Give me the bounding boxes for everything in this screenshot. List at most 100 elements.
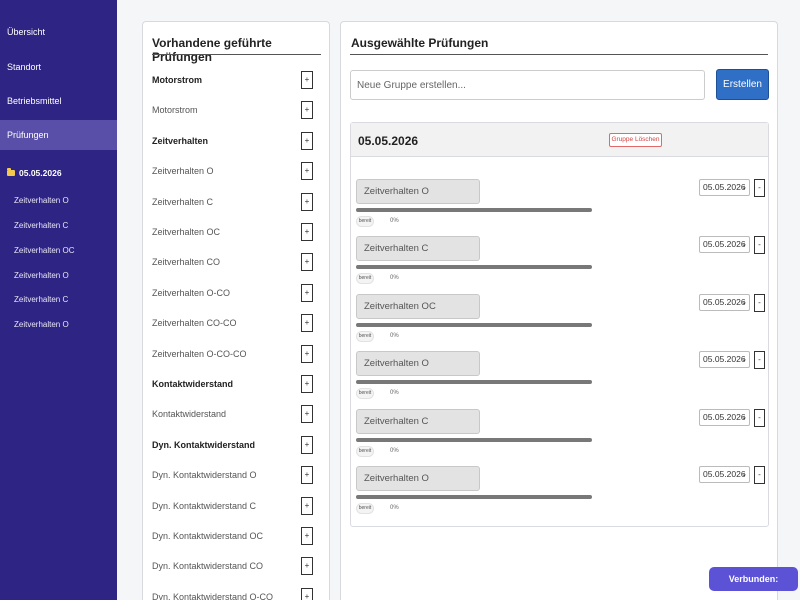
sidebar-item-standort[interactable]: Standort: [0, 52, 117, 82]
date-select[interactable]: 05.05.2026 ⌄: [699, 293, 750, 311]
add-exam-button[interactable]: +: [301, 557, 313, 576]
status-badge: bereit: [356, 216, 374, 227]
sidebar-subitem[interactable]: Zeitverhalten O: [14, 271, 69, 280]
exam-label: Zeitverhalten O-CO: [152, 287, 231, 298]
folder-icon: [7, 168, 15, 176]
remove-exam-button[interactable]: -: [754, 236, 765, 255]
new-group-input[interactable]: [350, 70, 705, 100]
exam-group-header: 05.05.2026 Gruppe Löschen: [351, 123, 768, 157]
sidebar-subitem[interactable]: Zeitverhalten O: [14, 196, 69, 205]
exam-label: Zeitverhalten: [152, 135, 209, 146]
exam-row: Zeitverhalten O-CO-CO +: [152, 344, 322, 365]
add-exam-button[interactable]: +: [301, 375, 313, 393]
add-exam-button[interactable]: +: [301, 223, 313, 241]
date-select-value: 05.05.2026: [703, 411, 746, 422]
progress-percent: 0%: [390, 505, 399, 511]
chevron-down-icon: ⌄: [741, 298, 747, 306]
add-exam-button[interactable]: +: [301, 405, 313, 424]
date-select[interactable]: 05.05.2026 ⌄: [699, 351, 750, 369]
connection-status-badge[interactable]: Verbunden: Simulator: [709, 567, 798, 600]
exam-label: Zeitverhalten OC: [152, 227, 221, 237]
date-select[interactable]: 05.05.2026 ⌄: [699, 466, 750, 483]
exam-slot-name: Zeitverhalten O: [356, 351, 480, 377]
exam-group-date: 05.05.2026: [358, 134, 419, 148]
exam-row: Zeitverhalten O-CO +: [152, 283, 322, 304]
add-exam-button[interactable]: +: [301, 162, 313, 181]
add-exam-button[interactable]: +: [301, 496, 313, 515]
progress-percent: 0%: [390, 332, 399, 339]
exam-row: Dyn. Kontaktwiderstand O-CO +: [152, 587, 322, 600]
exam-label: Zeitverhalten CO-CO: [152, 318, 237, 329]
sidebar: Übersicht Standort Betriebsmittel Prüfun…: [0, 0, 117, 600]
add-exam-button[interactable]: +: [301, 344, 313, 363]
sidebar-item-uebersicht[interactable]: Übersicht: [0, 17, 117, 47]
sidebar-subitem[interactable]: Zeitverhalten OC: [14, 246, 74, 255]
date-select[interactable]: 05.05.2026 ⌄: [699, 408, 750, 426]
exam-label: Dyn. Kontaktwiderstand O: [152, 470, 257, 481]
add-exam-button[interactable]: +: [301, 466, 313, 485]
exam-slot: Zeitverhalten O bereit 0% 05.05.2026 ⌄ -: [356, 466, 766, 521]
exam-row: Zeitverhalten CO-CO +: [152, 314, 322, 334]
progress-bar: [356, 437, 592, 442]
sidebar-group-item[interactable]: 05.05.2026: [7, 168, 62, 178]
exam-row: Zeitverhalten CO +: [152, 253, 322, 273]
exam-label: Kontaktwiderstand: [152, 379, 234, 389]
date-select[interactable]: 05.05.2026 ⌄: [699, 179, 750, 196]
exam-slot-name: Zeitverhalten O: [356, 466, 480, 491]
remove-exam-button[interactable]: -: [754, 293, 765, 312]
add-exam-button[interactable]: +: [301, 587, 313, 600]
exam-label: Zeitverhalten C: [152, 196, 214, 207]
available-exams-title: Vorhandene geführte Prüfungen: [152, 36, 272, 64]
add-exam-button[interactable]: +: [301, 101, 313, 120]
chevron-down-icon: ⌄: [741, 356, 747, 364]
exam-label: Motorstrom: [152, 105, 198, 116]
add-exam-button[interactable]: +: [301, 527, 313, 545]
sidebar-subitem[interactable]: Zeitverhalten C: [14, 295, 68, 304]
date-select[interactable]: 05.05.2026 ⌄: [699, 236, 750, 254]
chevron-down-icon: ⌄: [741, 184, 747, 191]
exam-label: Dyn. Kontaktwiderstand OC: [152, 531, 264, 541]
delete-group-button[interactable]: Gruppe Löschen: [609, 133, 662, 147]
add-exam-button[interactable]: +: [301, 435, 313, 454]
add-exam-button[interactable]: +: [301, 253, 313, 272]
exam-label: Zeitverhalten O: [152, 166, 214, 177]
date-select-value: 05.05.2026: [703, 182, 746, 192]
exam-slot: Zeitverhalten O bereit 0% 05.05.2026 ⌄ -: [356, 351, 766, 406]
add-exam-button[interactable]: +: [301, 283, 313, 302]
progress-percent: 0%: [390, 447, 399, 454]
exam-row: Dyn. Kontaktwiderstand CO +: [152, 557, 322, 577]
progress-bar: [356, 380, 592, 385]
progress-bar: [356, 265, 592, 270]
exam-row: Zeitverhalten OC +: [152, 223, 322, 243]
remove-exam-button[interactable]: -: [754, 466, 765, 484]
exam-slot-name: Zeitverhalten C: [356, 236, 480, 262]
exam-row: Dyn. Kontaktwiderstand O +: [152, 466, 322, 486]
sidebar-subitem[interactable]: Zeitverhalten C: [14, 221, 68, 230]
remove-exam-button[interactable]: -: [754, 408, 765, 427]
add-exam-button[interactable]: +: [301, 192, 313, 211]
exam-row: Zeitverhalten O +: [152, 162, 322, 182]
sidebar-item-pruefungen[interactable]: Prüfungen: [0, 120, 117, 150]
add-exam-button[interactable]: +: [301, 314, 313, 333]
date-select-value: 05.05.2026: [703, 354, 746, 365]
title-divider: [350, 54, 768, 55]
add-exam-button[interactable]: +: [301, 131, 313, 150]
sidebar-subitem[interactable]: Zeitverhalten O: [14, 320, 69, 329]
exam-group-card: 05.05.2026 Gruppe Löschen Zeitverhalten …: [350, 122, 769, 527]
exam-slot-name: Zeitverhalten O: [356, 179, 480, 204]
remove-exam-button[interactable]: -: [754, 351, 765, 370]
remove-exam-button[interactable]: -: [754, 179, 765, 197]
create-group-button[interactable]: Erstellen: [716, 69, 769, 100]
sidebar-item-betriebsmittel[interactable]: Betriebsmittel: [0, 86, 117, 116]
selected-exams-title: Ausgewählte Prüfungen: [351, 36, 489, 50]
exam-row: Kontaktwiderstand +: [152, 405, 322, 425]
exam-category-row: Kontaktwiderstand +: [152, 375, 322, 395]
status-badge: bereit: [356, 503, 374, 514]
add-exam-button[interactable]: +: [301, 71, 313, 89]
selected-exams-panel: Ausgewählte Prüfungen Erstellen 05.05.20…: [340, 21, 778, 600]
exam-row: Zeitverhalten C +: [152, 192, 322, 213]
status-badge: bereit: [356, 330, 374, 342]
date-select-value: 05.05.2026: [703, 469, 746, 479]
exam-slot-name: Zeitverhalten C: [356, 408, 480, 434]
progress-percent: 0%: [390, 275, 399, 282]
